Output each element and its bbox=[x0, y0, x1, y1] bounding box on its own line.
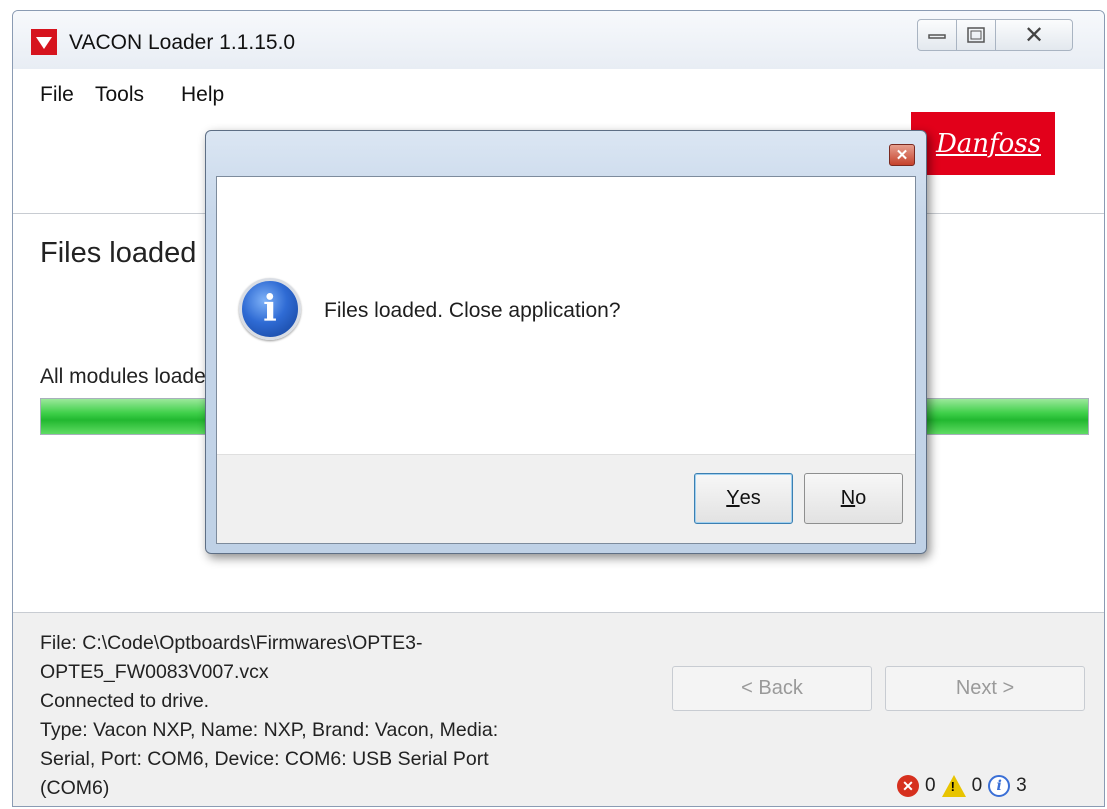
close-icon: ✕ bbox=[895, 147, 909, 164]
error-icon: ✕ bbox=[897, 775, 919, 797]
minimize-button[interactable] bbox=[917, 19, 957, 51]
next-button[interactable]: Next > bbox=[885, 666, 1085, 711]
menu-tools[interactable]: Tools bbox=[95, 83, 144, 107]
maximize-icon bbox=[967, 27, 985, 43]
footer-panel: File: C:\Code\Optboards\Firmwares\OPTE3-… bbox=[13, 613, 1104, 806]
dialog-close-button[interactable]: ✕ bbox=[889, 144, 915, 166]
close-icon: ✕ bbox=[1023, 21, 1045, 49]
menu-help[interactable]: Help bbox=[181, 83, 224, 107]
yes-button[interactable]: Yes bbox=[694, 473, 793, 524]
message-counters: ✕ 0 ! 0 i 3 bbox=[897, 775, 1027, 797]
vacon-logo-icon bbox=[31, 29, 57, 55]
information-icon: i bbox=[239, 278, 301, 340]
dialog-button-bar: Yes No bbox=[217, 454, 915, 543]
close-button[interactable]: ✕ bbox=[995, 19, 1073, 51]
status-message: All modules loaded bbox=[40, 365, 218, 388]
warning-icon: ! bbox=[941, 775, 966, 797]
no-label: o bbox=[855, 487, 867, 509]
brand-logo-text: Danfoss bbox=[935, 128, 1041, 159]
info-icon: i bbox=[988, 775, 1011, 797]
minimize-icon bbox=[928, 34, 946, 39]
yes-label: es bbox=[739, 487, 761, 509]
no-mnemonic: N bbox=[840, 487, 856, 509]
maximize-button[interactable] bbox=[956, 19, 996, 51]
dialog-message: Files loaded. Close application? bbox=[324, 299, 621, 322]
no-button[interactable]: No bbox=[804, 473, 903, 524]
error-count: 0 bbox=[925, 775, 936, 796]
yes-mnemonic: Y bbox=[726, 487, 740, 509]
title-bar[interactable]: VACON Loader 1.1.15.0 ✕ bbox=[13, 11, 1104, 70]
info-count: 3 bbox=[1016, 775, 1027, 796]
dialog-body: i Files loaded. Close application? Yes N… bbox=[216, 176, 916, 544]
back-button[interactable]: < Back bbox=[672, 666, 872, 711]
danfoss-logo: Danfoss bbox=[911, 112, 1055, 175]
warning-count: 0 bbox=[971, 775, 983, 796]
window-title: VACON Loader 1.1.15.0 bbox=[69, 31, 296, 54]
menu-bar: File Tools Help bbox=[13, 69, 1104, 109]
confirm-dialog: ✕ i Files loaded. Close application? Yes… bbox=[205, 130, 927, 554]
menu-file[interactable]: File bbox=[40, 83, 74, 107]
page-heading: Files loaded bbox=[40, 237, 197, 269]
connection-info: File: C:\Code\Optboards\Firmwares\OPTE3-… bbox=[40, 632, 499, 799]
